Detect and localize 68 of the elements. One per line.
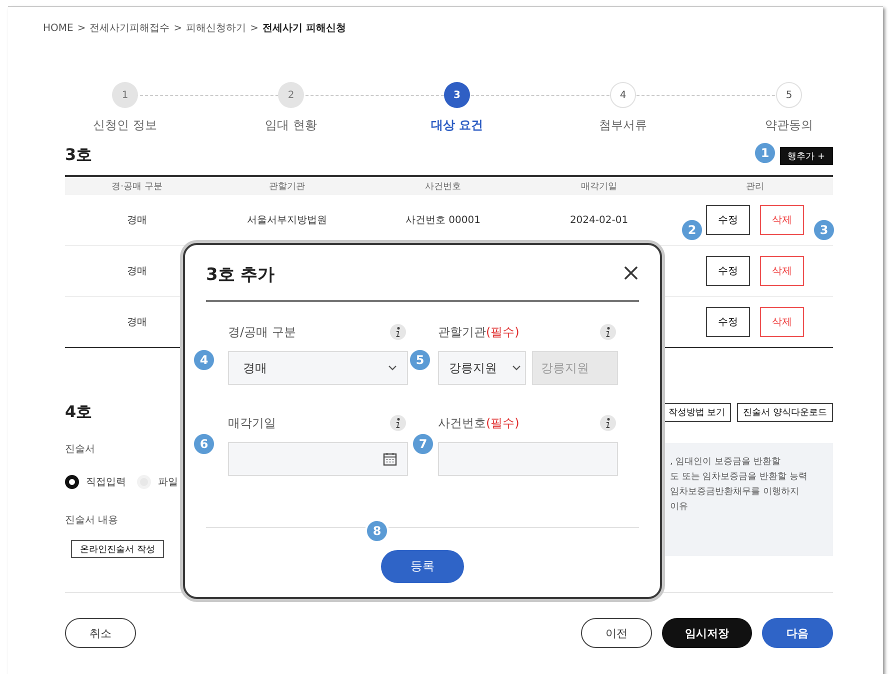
- column-header: 사건번호: [365, 176, 521, 195]
- step-label: 임대 현황: [265, 117, 317, 133]
- step-circle: 3: [444, 82, 470, 108]
- step-circle: 1: [112, 82, 138, 108]
- step-label: 첨부서류: [599, 117, 647, 133]
- section-title: 3호: [65, 145, 92, 165]
- chevron-down-icon: [512, 365, 521, 371]
- field-label: 매각기일: [228, 414, 276, 432]
- add-row-button[interactable]: 행추가 +: [780, 147, 833, 165]
- table-cell: 경매: [65, 296, 209, 348]
- input-field[interactable]: [438, 442, 618, 476]
- delete-button[interactable]: 삭제: [760, 205, 804, 235]
- breadcrumb-item[interactable]: 전세사기피해접수: [90, 22, 170, 36]
- step-circle: 5: [776, 82, 802, 108]
- chevron-down-icon: [388, 365, 397, 371]
- delete-button[interactable]: 삭제: [760, 256, 804, 286]
- outline-button[interactable]: 진술서 양식다운로드: [737, 403, 833, 422]
- breadcrumb-item[interactable]: HOME: [43, 22, 74, 36]
- column-header: 매각기일: [521, 176, 677, 195]
- step-label: 신청인 정보: [93, 117, 157, 133]
- annotation-marker: 3: [812, 218, 836, 242]
- step-circle: 4: [610, 82, 636, 108]
- breadcrumb-separator: >: [174, 22, 182, 36]
- readonly-field: 강릉지원: [532, 351, 618, 385]
- field-label: 사건번호: [438, 414, 486, 432]
- edit-button[interactable]: 수정: [706, 307, 750, 337]
- modal-title: 3호 추가: [206, 264, 275, 286]
- close-icon[interactable]: [623, 264, 639, 280]
- field-label: 경/공매 구분: [228, 324, 296, 340]
- breadcrumb-separator: >: [77, 22, 86, 36]
- edit-button[interactable]: 수정: [706, 256, 750, 286]
- prev-button[interactable]: 이전: [581, 618, 652, 648]
- radio-label: 파일: [158, 476, 178, 489]
- calendar-icon: [383, 452, 397, 466]
- section-title: 4호: [65, 402, 92, 422]
- write-button[interactable]: 온라인진술서 작성: [71, 540, 164, 558]
- notice-text: 이유: [670, 501, 689, 514]
- notice-text: 도 또는 임차보증금을 반환할 능력: [670, 471, 808, 484]
- delete-button[interactable]: 삭제: [760, 307, 804, 337]
- date-field[interactable]: [228, 442, 408, 476]
- radio-label: 직접입력: [86, 476, 126, 489]
- cancel-button[interactable]: 취소: [65, 618, 136, 648]
- next-button[interactable]: 다음: [762, 618, 833, 648]
- field-label: 진술서: [65, 443, 96, 457]
- step-label: 대상 요건: [430, 117, 484, 133]
- breadcrumb-separator: >: [250, 22, 259, 36]
- annotation-marker: 2: [680, 218, 704, 242]
- edit-button[interactable]: 수정: [706, 205, 750, 235]
- required-note: (필수): [486, 414, 520, 432]
- column-header: 관할기관: [209, 176, 365, 195]
- select-field[interactable]: 경매: [228, 351, 408, 385]
- submit-button[interactable]: 등록: [381, 550, 464, 583]
- outline-button[interactable]: 작성방법 보기: [662, 403, 732, 422]
- step-circle: 2: [278, 82, 304, 108]
- notice-text: 임차보증금반환채무를 이행하지: [670, 486, 800, 499]
- field-label: 관할기관: [438, 324, 486, 340]
- notice-text: , 임대인이 보증금을 반환할: [670, 456, 782, 469]
- breadcrumb-item[interactable]: 피해신청하기: [186, 22, 246, 36]
- column-header: 관리: [677, 176, 833, 195]
- step-label: 약관동의: [765, 117, 813, 133]
- save-button[interactable]: 임시저장: [662, 618, 752, 648]
- field-label: 진술서 내용: [65, 514, 120, 528]
- required-note: (필수): [486, 324, 520, 340]
- annotation-marker: 1: [753, 141, 777, 165]
- radio-button[interactable]: [65, 475, 79, 489]
- column-header: 경·공매 구분: [65, 176, 209, 195]
- select-field[interactable]: 강릉지원: [438, 351, 526, 385]
- breadcrumb-item: 전세사기 피해신청: [262, 22, 346, 36]
